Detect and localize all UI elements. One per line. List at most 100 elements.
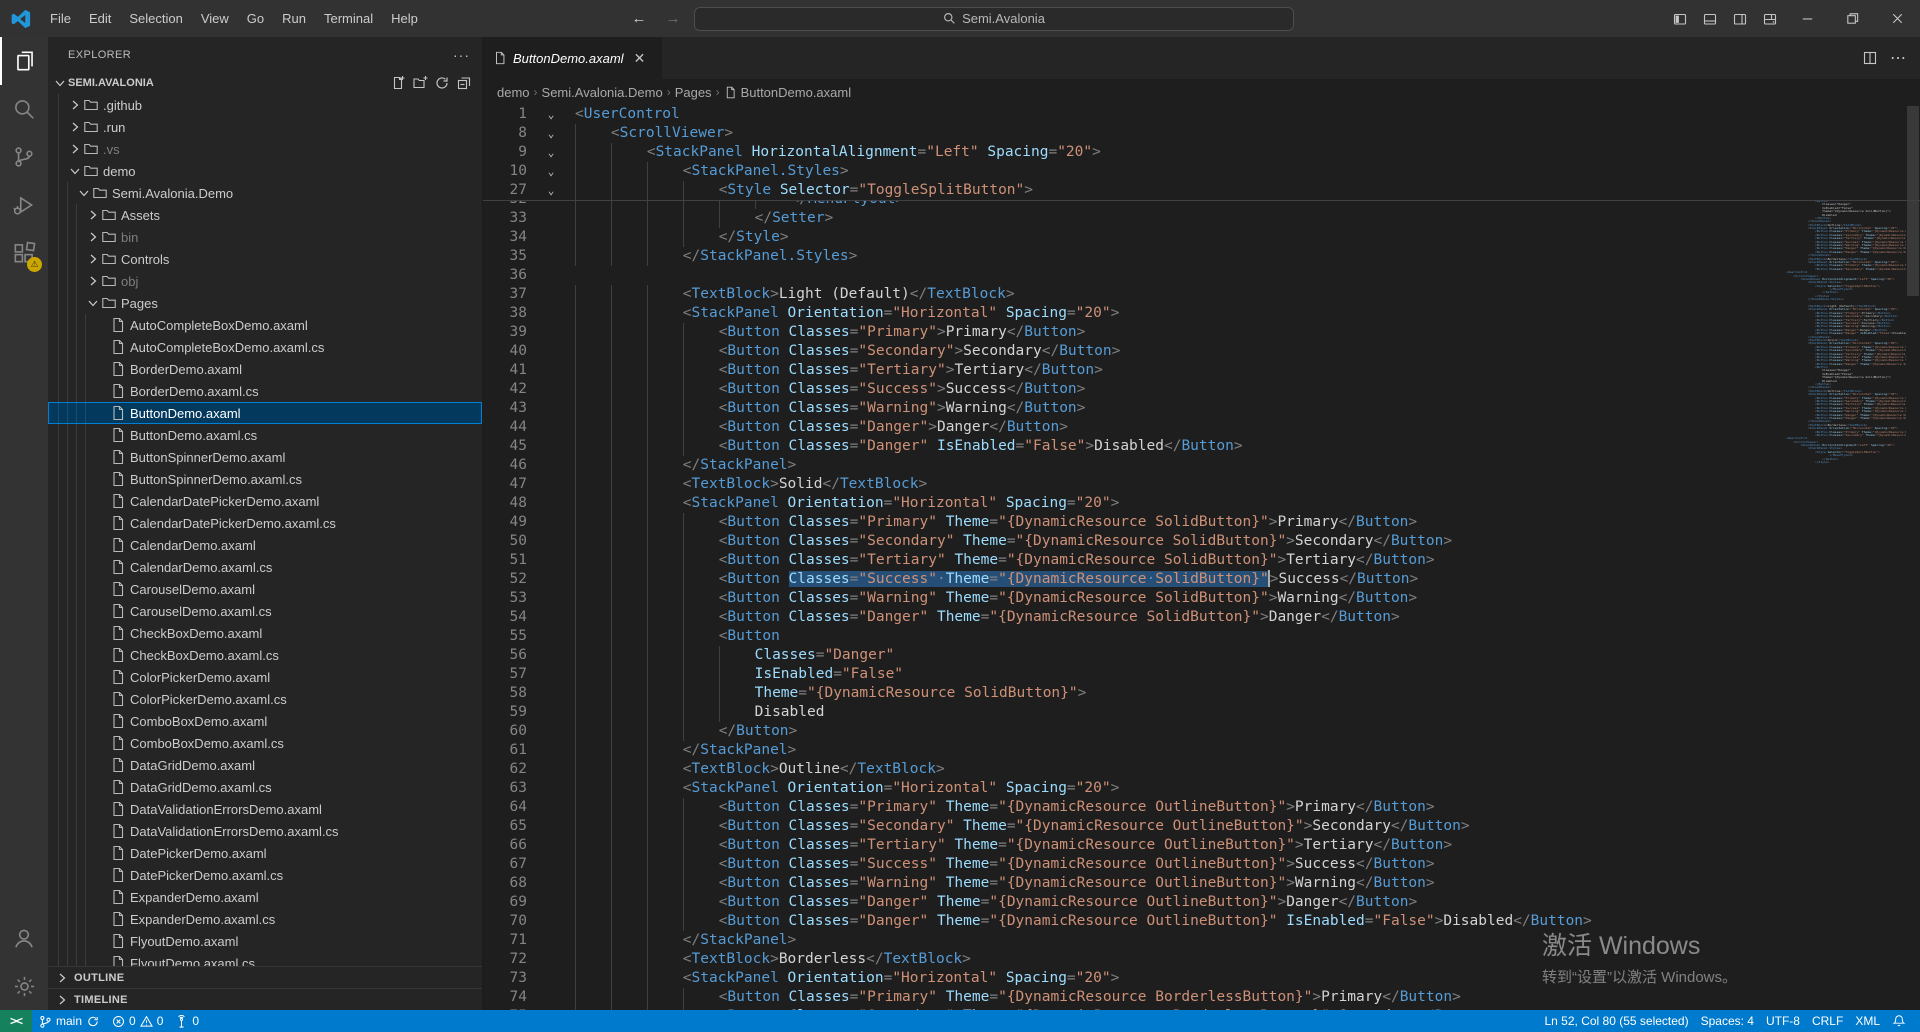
tab-buttondemo[interactable]: ButtonDemo.axaml ✕ [483,37,663,79]
code-line-67[interactable]: 67 <Button Classes="Success" Theme="{Dyn… [483,855,1920,874]
code-line-55[interactable]: 55 <Button [483,627,1920,646]
new-folder-icon[interactable] [412,75,428,91]
tree-item-buttondemo-axaml[interactable]: ButtonDemo.axaml [48,402,482,424]
menu-selection[interactable]: Selection [120,6,191,32]
tree-item-expanderdemo-axaml-cs[interactable]: ExpanderDemo.axaml.cs [48,908,482,930]
tree-item-datepickerdemo-axaml-cs[interactable]: DatePickerDemo.axaml.cs [48,864,482,886]
tree-item-borderdemo-axaml-cs[interactable]: BorderDemo.axaml.cs [48,380,482,402]
encoding-status[interactable]: UTF-8 [1760,1010,1806,1032]
code-line-37[interactable]: 37 <TextBlock>Light (Default)</TextBlock… [483,285,1920,304]
menu-edit[interactable]: Edit [80,6,120,32]
tree-item-comboboxdemo-axaml-cs[interactable]: ComboBoxDemo.axaml.cs [48,732,482,754]
code-line-61[interactable]: 61 </StackPanel> [483,741,1920,760]
tree-item-colorpickerdemo-axaml[interactable]: ColorPickerDemo.axaml [48,666,482,688]
refresh-icon[interactable] [434,75,450,91]
code-line-10[interactable]: 10⌄ <StackPanel.Styles> [483,162,1920,181]
code-line-32[interactable]: 32 </MenuFlyout> [483,200,1920,209]
code-line-72[interactable]: 72 <TextBlock>Borderless</TextBlock> [483,950,1920,969]
menu-file[interactable]: File [41,6,80,32]
tree-item-buttonspinnerdemo-axaml-cs[interactable]: ButtonSpinnerDemo.axaml.cs [48,468,482,490]
code-line-35[interactable]: 35 </StackPanel.Styles> [483,247,1920,266]
code-line-60[interactable]: 60 </Button> [483,722,1920,741]
code-line-74[interactable]: 74 <Button Classes="Primary" Theme="{Dyn… [483,988,1920,1007]
tree-item--vs[interactable]: .vs [48,138,482,160]
code-line-38[interactable]: 38 <StackPanel Orientation="Horizontal" … [483,304,1920,323]
search-sidebar-icon[interactable] [0,85,48,133]
code-line-57[interactable]: 57 IsEnabled="False" [483,665,1920,684]
tree-item-controls[interactable]: Controls [48,248,482,270]
tree-root-row[interactable]: SEMI.AVALONIA [48,72,482,94]
scrollbar-slider[interactable] [1907,106,1919,296]
menu-run[interactable]: Run [273,6,315,32]
source-control-icon[interactable] [0,133,48,181]
run-debug-icon[interactable] [0,181,48,229]
tree-item-datavalidationerrorsdemo-axaml[interactable]: DataValidationErrorsDemo.axaml [48,798,482,820]
breadcrumb-item-buttondemo-axaml[interactable]: ButtonDemo.axaml [724,85,852,100]
code-line-71[interactable]: 71 </StackPanel> [483,931,1920,950]
breadcrumb-item-demo[interactable]: demo [497,85,530,100]
code-line-44[interactable]: 44 <Button Classes="Danger">Danger</Butt… [483,418,1920,437]
menu-go[interactable]: Go [238,6,273,32]
code-line-43[interactable]: 43 <Button Classes="Warning">Warning</Bu… [483,399,1920,418]
code-line-45[interactable]: 45 <Button Classes="Danger" IsEnabled="F… [483,437,1920,456]
code-line-53[interactable]: 53 <Button Classes="Warning" Theme="{Dyn… [483,589,1920,608]
code-line-49[interactable]: 49 <Button Classes="Primary" Theme="{Dyn… [483,513,1920,532]
close-button[interactable] [1875,0,1920,37]
breadcrumb-item-semi-avalonia-demo[interactable]: Semi.Avalonia.Demo [542,85,663,100]
tree-item-colorpickerdemo-axaml-cs[interactable]: ColorPickerDemo.axaml.cs [48,688,482,710]
code-lines[interactable]: 32 </MenuFlyout>33 </Setter>34 </Style>3… [483,200,1920,1010]
code-line-59[interactable]: 59 Disabled [483,703,1920,722]
tree-item-calendardemo-axaml-cs[interactable]: CalendarDemo.axaml.cs [48,556,482,578]
tree-item-comboboxdemo-axaml[interactable]: ComboBoxDemo.axaml [48,710,482,732]
menu-help[interactable]: Help [382,6,427,32]
code-line-33[interactable]: 33 </Setter> [483,209,1920,228]
outline-section-header[interactable]: OUTLINE [48,966,482,988]
tree-item-borderdemo-axaml[interactable]: BorderDemo.axaml [48,358,482,380]
code-line-1[interactable]: 1⌄<UserControl [483,105,1920,124]
eol-status[interactable]: CRLF [1806,1010,1849,1032]
tree-item-flyoutdemo-axaml[interactable]: FlyoutDemo.axaml [48,930,482,952]
toggle-sidebar-icon[interactable] [1665,6,1695,32]
tree-item-semi-avalonia-demo[interactable]: Semi.Avalonia.Demo [48,182,482,204]
tree-item-assets[interactable]: Assets [48,204,482,226]
tree-item-datagriddemo-axaml-cs[interactable]: DataGridDemo.axaml.cs [48,776,482,798]
code-line-42[interactable]: 42 <Button Classes="Success">Success</Bu… [483,380,1920,399]
code-line-34[interactable]: 34 </Style> [483,228,1920,247]
tree-item-obj[interactable]: obj [48,270,482,292]
restore-button[interactable] [1830,0,1875,37]
code-line-8[interactable]: 8⌄ <ScrollViewer> [483,124,1920,143]
back-button[interactable]: ← [626,10,652,27]
code-line-39[interactable]: 39 <Button Classes="Primary">Primary</Bu… [483,323,1920,342]
code-line-73[interactable]: 73 <StackPanel Orientation="Horizontal" … [483,969,1920,988]
remote-indicator[interactable]: >< [0,1010,32,1032]
tree-item-calendardatepickerdemo-axaml[interactable]: CalendarDatePickerDemo.axaml [48,490,482,512]
explorer-icon[interactable] [0,37,48,85]
code-line-63[interactable]: 63 <StackPanel Orientation="Horizontal" … [483,779,1920,798]
code-line-69[interactable]: 69 <Button Classes="Danger" Theme="{Dyna… [483,893,1920,912]
new-file-icon[interactable] [390,75,406,91]
tree-item-pages[interactable]: Pages [48,292,482,314]
code-line-47[interactable]: 47 <TextBlock>Solid</TextBlock> [483,475,1920,494]
notifications-bell[interactable] [1886,1010,1912,1032]
indentation-status[interactable]: Spaces: 4 [1695,1010,1760,1032]
tree-item-carouseldemo-axaml[interactable]: CarouselDemo.axaml [48,578,482,600]
code-line-51[interactable]: 51 <Button Classes="Tertiary" Theme="{Dy… [483,551,1920,570]
tree-item-autocompleteboxdemo-axaml[interactable]: AutoCompleteBoxDemo.axaml [48,314,482,336]
forward-button[interactable]: → [660,10,686,27]
settings-gear-icon[interactable] [0,962,48,1010]
ports-status[interactable]: 0 [169,1010,205,1032]
menu-terminal[interactable]: Terminal [315,6,382,32]
minimize-button[interactable] [1785,0,1830,37]
menu-view[interactable]: View [192,6,238,32]
code-line-48[interactable]: 48 <StackPanel Orientation="Horizontal" … [483,494,1920,513]
cursor-position[interactable]: Ln 52, Col 80 (55 selected) [1539,1010,1695,1032]
vertical-scrollbar[interactable] [1906,105,1920,1010]
tree-item-demo[interactable]: demo [48,160,482,182]
tree-item-bin[interactable]: bin [48,226,482,248]
code-line-46[interactable]: 46 </StackPanel> [483,456,1920,475]
customize-layout-icon[interactable] [1755,6,1785,32]
tree-item-checkboxdemo-axaml[interactable]: CheckBoxDemo.axaml [48,622,482,644]
tree-item-buttondemo-axaml-cs[interactable]: ButtonDemo.axaml.cs [48,424,482,446]
tree-item-carouseldemo-axaml-cs[interactable]: CarouselDemo.axaml.cs [48,600,482,622]
split-editor-icon[interactable] [1862,50,1878,66]
